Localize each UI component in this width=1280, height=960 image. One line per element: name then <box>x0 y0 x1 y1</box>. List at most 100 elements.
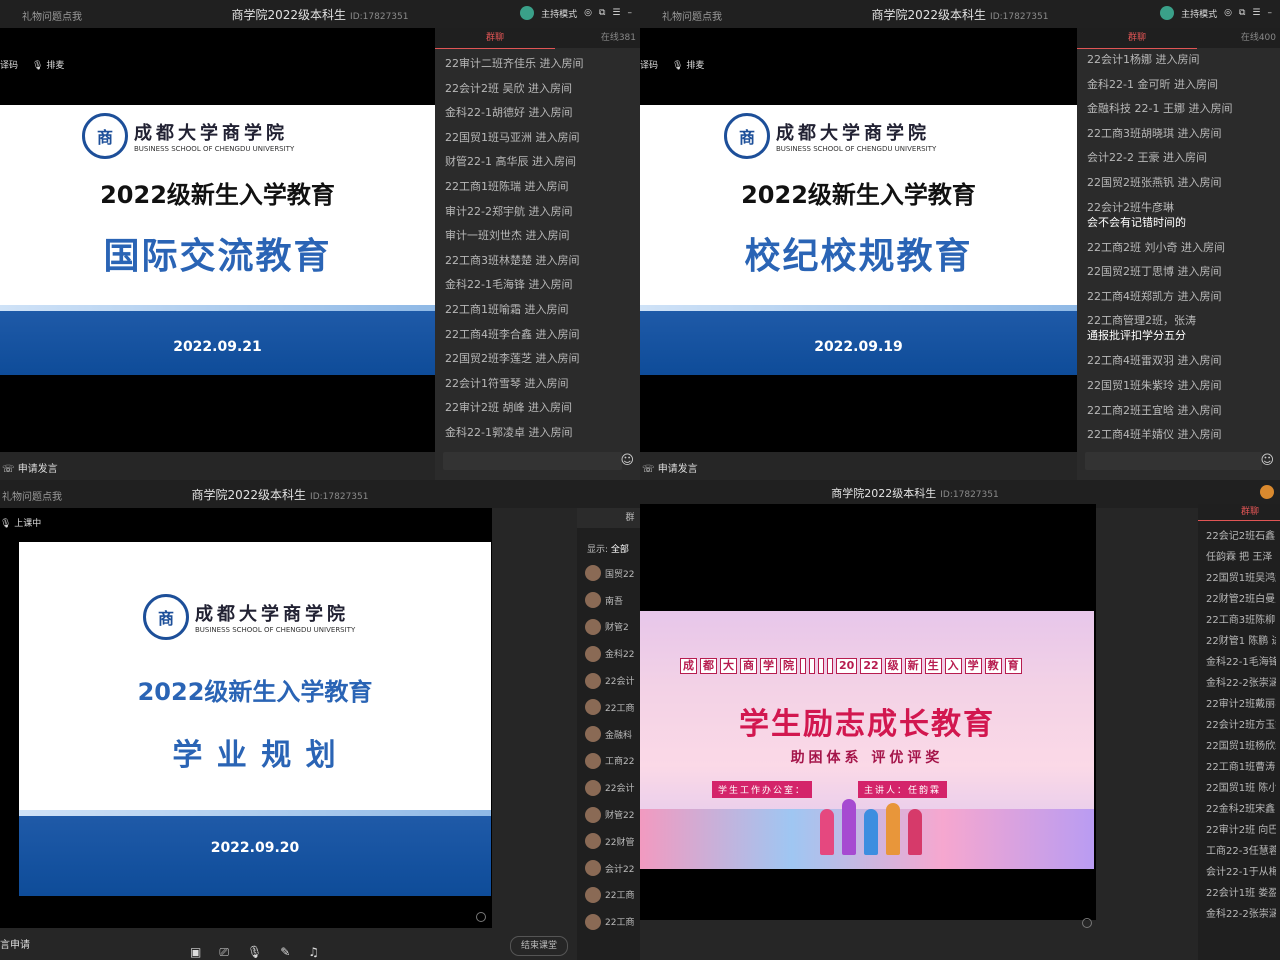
chat-message: 财管22-1 高华辰 进入房间 <box>445 155 576 169</box>
avatar <box>585 860 601 877</box>
chat-message: 22工商4班雷双羽 进入房间 <box>1087 354 1222 368</box>
menu-icon[interactable]: ☰ <box>1252 8 1260 18</box>
slide: 商 成都大学商学院 BUSINESS SCHOOL OF CHENGDU UNIV… <box>640 105 1077 375</box>
screen-share-icon[interactable]: ⎚ <box>219 945 229 960</box>
chat-panel: 群聊 在线381 22审计二班齐佳乐 进入房间 22会计2班 吴欣 进入房间 金科2… <box>435 28 640 480</box>
chat-message: 22工商3班胡晓琪 进入房间 <box>1087 126 1222 140</box>
member-name: 会计22 <box>605 864 635 875</box>
music-icon[interactable]: ♫ <box>308 945 319 960</box>
message-sender: 22工商管理2班，张涛 <box>1087 314 1196 328</box>
chat-messages: 22会记2班石鑫 进任韵霖 把 王泽 22国贸1班吴鸿超 22财管2班白曼曼 22工商… <box>1206 526 1276 925</box>
camera-off-icon[interactable]: ▣ <box>190 945 201 960</box>
end-class-button[interactable]: 结束课堂 <box>510 936 568 956</box>
microphone-icon[interactable]: 🎙 <box>247 945 262 960</box>
online-count: 在线381 <box>600 33 636 43</box>
chat-message: 会计22-1于从梅 进 <box>1206 867 1276 878</box>
chat-input[interactable] <box>443 452 622 470</box>
mic-icon[interactable] <box>1082 918 1092 928</box>
member-row: 财管2 <box>585 614 636 641</box>
poster-header-char: 新 <box>904 658 922 674</box>
chat-message: 22国贸1班马亚洲 进入房间 <box>445 130 580 144</box>
edit-icon[interactable]: ✎ <box>280 945 290 960</box>
chat-message: 金科22-1毛海锋 进 <box>1206 657 1276 668</box>
avatar <box>585 806 601 823</box>
chat-message: 22财管1 陈鹏 进入 <box>1206 636 1276 647</box>
chat-message: 22国贸2班丁思博 进入房间 <box>1087 265 1222 279</box>
tool-queue-mic[interactable]: 🎙 排麦 <box>672 58 704 71</box>
tab-group-chat[interactable]: 群聊 <box>435 28 555 49</box>
share-icon[interactable]: ⧉ <box>599 8 605 18</box>
chat-message: 22会计2班方玉婷 <box>1206 720 1276 731</box>
apply-speak-button[interactable]: 言申请 <box>0 936 30 951</box>
apply-speak-button[interactable]: ☏ 申请发言 <box>2 460 58 475</box>
share-icon[interactable]: ⧉ <box>1239 8 1245 18</box>
tab-group-chat[interactable]: 群 <box>620 508 640 528</box>
avatar <box>585 752 601 769</box>
chat-message: 22会计2班 吴欣 进入房间 <box>445 81 572 95</box>
settings-icon[interactable]: ◎ <box>584 8 592 18</box>
poster-header-char <box>827 658 833 674</box>
emoji-icon[interactable]: ☺ <box>1260 453 1274 468</box>
window-controls: 主持模式 ◎ ⧉ ☰ – <box>520 6 632 20</box>
title-bar: 礼物问题点我 商学院2022级本科生 ID:17827351 主持模式 ◎ ⧉ ☰… <box>640 0 1280 28</box>
poster-header-char <box>809 658 815 674</box>
avatar <box>585 618 601 635</box>
message-text: 会不会有记错时间的 <box>1087 215 1186 229</box>
apply-speak-button[interactable]: ☏ 申请发言 <box>642 460 698 475</box>
poster-header-char: 学 <box>760 658 777 674</box>
chat-message: 金科22-1胡德好 进入房间 <box>445 106 573 120</box>
tool-queue-mic[interactable]: 🎙 排麦 <box>32 58 64 71</box>
message-text: 通报批评扣学分五分 <box>1087 329 1186 343</box>
poster-header-char: 级 <box>884 658 902 674</box>
host-mode-button[interactable]: 主持模式 <box>1181 7 1217 20</box>
poster-slide: 成都大商学院 20 22 级新生入学教育 学生励志成长教育 助困体系 评优评奖 学生工… <box>640 611 1094 869</box>
member-name: 22工商 <box>605 891 635 902</box>
chat-message: 22工商1班曹涛 进 <box>1206 762 1276 773</box>
room-name: 商学院2022级本科生 <box>831 487 937 500</box>
chat-message: 22审计2班 胡峰 进入房间 <box>445 401 572 415</box>
poster-header-char: 大 <box>720 658 737 674</box>
chat-message: 22会计1杨娜 进入房间 <box>1087 53 1200 66</box>
display-filter[interactable]: 显示: 全部 <box>587 542 629 555</box>
video-area: 🎙 上课中 商 成都大学商学院 BUSINESS SCHOOL OF CHENGD… <box>0 508 492 928</box>
settings-icon[interactable]: ◎ <box>1224 8 1232 18</box>
tool-row: 译码 🎙 排麦 <box>0 58 64 71</box>
tab-group-chat[interactable]: 群聊 <box>1077 28 1197 49</box>
tool-row: 译码 🎙 排麦 <box>640 58 704 71</box>
member-name: 国贸22 <box>605 569 635 580</box>
chat-message: 22会计2班牛彦琳 会不会有记错时间的 <box>1087 196 1276 236</box>
chat-message: 工商22-3任慧蓉 进 <box>1206 846 1276 857</box>
chat-message: 22会计1符雪琴 进入房间 <box>445 376 569 390</box>
mic-icon[interactable] <box>476 912 486 922</box>
window-controls: 主持模式 ◎ ⧉ ☰ – <box>1160 6 1272 20</box>
host-mode-button[interactable]: 主持模式 <box>541 7 577 20</box>
poster-header-char: 学 <box>964 658 982 674</box>
slide-topic: 校纪校规教育 <box>744 236 973 277</box>
chat-message: 任韵霖 把 王泽 <box>1206 552 1273 563</box>
poster-header-char <box>800 658 806 674</box>
chat-message: 22国贸1班杨欣颖 <box>1206 741 1276 752</box>
poster-subtitle: 助困体系 评优评奖 <box>790 750 944 766</box>
avatar <box>585 672 601 689</box>
chat-panel: 群聊 22会记2班石鑫 进任韵霖 把 王泽22国贸1班吴鸿超22财管2班白曼曼2… <box>1198 504 1280 960</box>
tab-group-chat[interactable]: 群聊 <box>1198 504 1280 521</box>
member-row: 国贸22 <box>585 560 636 587</box>
slide-topic: 国际交流教育 <box>103 236 332 277</box>
chat-message: 22审计二班齐佳乐 进入房间 <box>445 57 584 70</box>
menu-icon[interactable]: ☰ <box>612 8 620 18</box>
chat-input[interactable] <box>1085 452 1262 470</box>
panel-growth-education: 商学院2022级本科生 ID:17827351 成都大商学院 20 22 级新生入学教育… <box>640 480 1280 960</box>
room-id: ID:17827351 <box>990 12 1049 22</box>
chat-message: 22工商4班郑凯方 进入房间 <box>1087 289 1222 303</box>
minimize-icon[interactable]: – <box>1268 8 1273 18</box>
emoji-icon[interactable]: ☺ <box>620 453 634 468</box>
school-name-en: BUSINESS SCHOOL OF CHENGDU UNIVERSITY <box>134 145 295 153</box>
tool-decode[interactable]: 译码 <box>0 58 18 71</box>
avatar <box>585 913 601 930</box>
chat-message: 22工商2班 刘小奇 进入房间 <box>1087 240 1225 254</box>
panel-discipline: 礼物问题点我 商学院2022级本科生 ID:17827351 主持模式 ◎ ⧉ ☰… <box>640 0 1280 480</box>
minimize-icon[interactable]: – <box>628 8 633 18</box>
university-logo: 商 成都大学商学院 BUSINESS SCHOOL OF CHENGDU UNIV… <box>82 113 294 159</box>
chat-messages: 22会计1杨娜 进入房间 金科22-1 金可昕 进入房间 金融科技 22-1 王娜 … <box>1087 48 1276 448</box>
tool-decode[interactable]: 译码 <box>640 58 658 71</box>
